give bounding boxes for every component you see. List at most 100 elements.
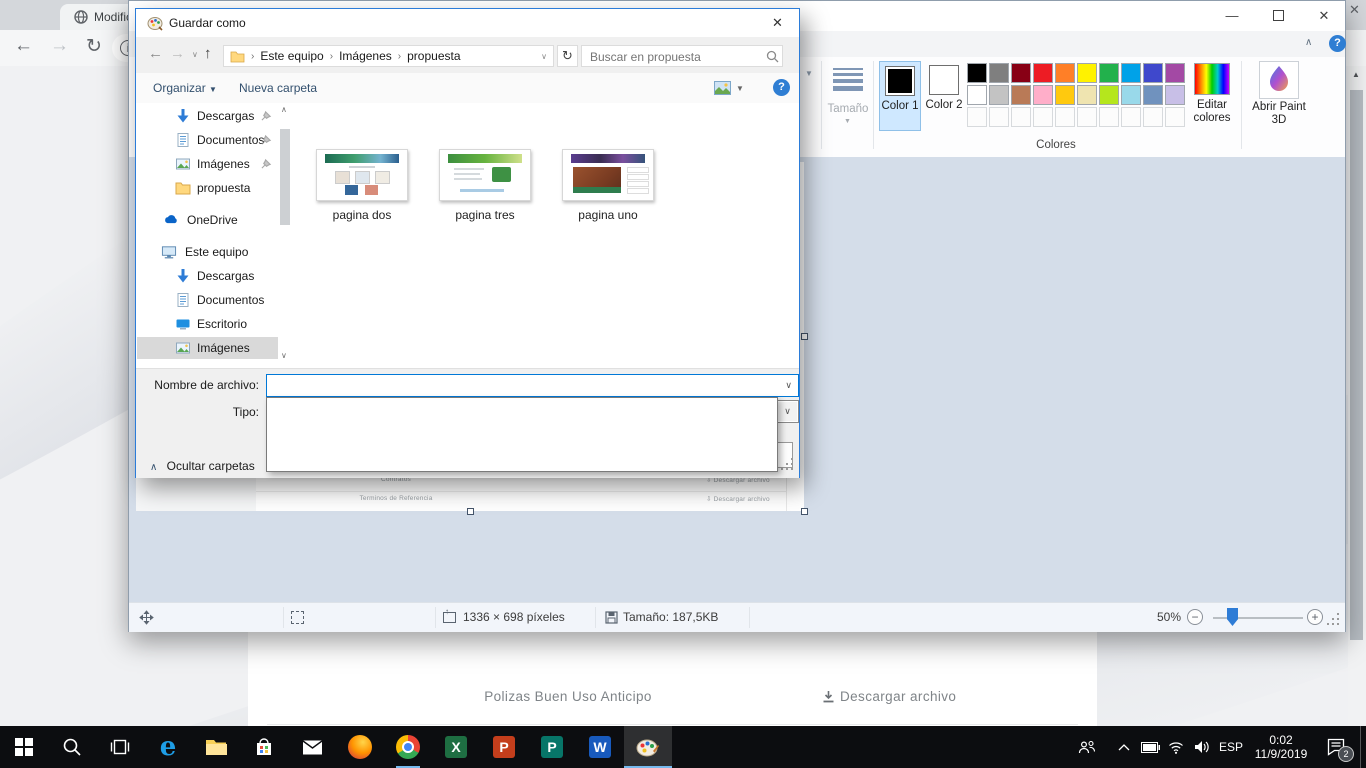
palette-color[interactable] [1121, 63, 1141, 83]
taskbar-mail-button[interactable] [288, 726, 336, 768]
open-paint3d-button[interactable]: Abrir Paint 3D [1249, 59, 1309, 133]
scroll-up-icon[interactable]: ∧ [281, 105, 287, 114]
tray-volume-button[interactable] [1188, 726, 1216, 768]
download-link[interactable]: Descargar archivo [822, 689, 956, 704]
refresh-button[interactable]: ↻ [557, 45, 578, 67]
palette-empty-slot[interactable] [1143, 107, 1163, 127]
palette-color[interactable] [1165, 63, 1185, 83]
back-icon[interactable]: ← [148, 45, 163, 62]
palette-color[interactable] [989, 85, 1009, 105]
tray-expand-button[interactable] [1110, 726, 1138, 768]
scroll-up-icon[interactable]: ▲ [1352, 70, 1360, 79]
up-icon[interactable]: ↑ [204, 45, 212, 62]
nav-item-escritorio[interactable]: Escritorio [137, 313, 278, 335]
taskbar-edge-button[interactable]: e [144, 726, 192, 768]
zoom-out-button[interactable]: − [1187, 609, 1203, 625]
collapse-ribbon-icon[interactable]: ∧ [1305, 37, 1312, 48]
nav-item-documentos[interactable]: Documentos [137, 129, 278, 151]
hide-folders-button[interactable]: ∧ Ocultar carpetas [150, 459, 255, 473]
taskbar-powerpoint-button[interactable]: P [480, 726, 528, 768]
file-item[interactable]: pagina tres [437, 149, 533, 222]
help-icon[interactable]: ? [773, 79, 790, 96]
palette-color[interactable] [1099, 85, 1119, 105]
new-folder-button[interactable]: Nueva carpeta [239, 81, 317, 95]
nav-item-descargas-2[interactable]: Descargas [137, 265, 278, 287]
palette-empty-slot[interactable] [1055, 107, 1075, 127]
canvas-resize-handle-right[interactable] [801, 333, 808, 340]
resize-grip[interactable] [1327, 613, 1341, 627]
taskbar-store-button[interactable] [240, 726, 288, 768]
palette-color[interactable] [1077, 63, 1097, 83]
palette-color[interactable] [1011, 63, 1031, 83]
edit-colors-button[interactable]: Editar colores [1189, 61, 1235, 131]
nav-scrollbar[interactable]: ∧ ∨ [278, 105, 292, 366]
nav-item-imagenes[interactable]: Imágenes [137, 153, 278, 175]
show-desktop-button[interactable] [1360, 726, 1361, 768]
breadcrumb-item[interactable]: Imágenes [339, 49, 392, 63]
filename-dropdown-icon[interactable]: ∨ [785, 375, 792, 396]
maximize-button[interactable] [1255, 1, 1301, 31]
filetype-dropdown-icon[interactable]: ∨ [777, 402, 797, 421]
color2-button[interactable]: Color 2 [923, 61, 965, 131]
tray-people-button[interactable] [1072, 726, 1102, 768]
dialog-close-button[interactable]: ✕ [756, 9, 799, 37]
gallery-dropdown-icon[interactable]: ▼ [805, 69, 813, 78]
search-box[interactable] [581, 45, 783, 67]
nav-item-descargas[interactable]: Descargas [137, 105, 278, 127]
browser-close-icon[interactable]: ✕ [1349, 2, 1360, 18]
recent-locations-icon[interactable]: ∨ [192, 50, 198, 59]
palette-empty-slot[interactable] [1099, 107, 1119, 127]
palette-color[interactable] [1143, 85, 1163, 105]
palette-color[interactable] [1011, 85, 1031, 105]
palette-color[interactable] [1033, 63, 1053, 83]
palette-empty-slot[interactable] [1011, 107, 1031, 127]
view-options-icon[interactable] [714, 81, 731, 95]
taskbar-excel-button[interactable]: X [432, 726, 480, 768]
task-view-button[interactable] [96, 726, 144, 768]
palette-empty-slot[interactable] [967, 107, 987, 127]
palette-color[interactable] [1099, 63, 1119, 83]
browser-forward-icon[interactable]: → [50, 35, 69, 57]
nav-item-documentos-2[interactable]: Documentos [137, 289, 278, 311]
file-item[interactable]: pagina dos [314, 149, 410, 222]
organize-button[interactable]: Organizar ▼ [153, 81, 217, 95]
taskbar-publisher-button[interactable]: P [528, 726, 576, 768]
palette-color[interactable] [989, 63, 1009, 83]
tray-battery-button[interactable] [1136, 726, 1164, 768]
forward-icon[interactable]: → [170, 45, 185, 62]
palette-color[interactable] [1165, 85, 1185, 105]
palette-color[interactable] [967, 63, 987, 83]
help-icon[interactable]: ? [1329, 35, 1346, 52]
taskbar-explorer-button[interactable] [192, 726, 240, 768]
scroll-down-icon[interactable]: ∨ [281, 351, 287, 360]
nav-item-imagenes-2[interactable]: Imágenes [137, 337, 278, 359]
taskbar-paint-button[interactable] [624, 726, 672, 768]
palette-color[interactable] [1143, 63, 1163, 83]
nav-item-este-equipo[interactable]: Este equipo [137, 241, 278, 263]
breadcrumb-item[interactable]: Este equipo [260, 49, 323, 63]
taskbar-word-button[interactable]: W [576, 726, 624, 768]
tray-wifi-button[interactable] [1162, 726, 1190, 768]
palette-color[interactable] [967, 85, 987, 105]
nav-item-onedrive[interactable]: OneDrive [137, 209, 278, 231]
breadcrumb-item[interactable]: propuesta [407, 49, 460, 63]
palette-color[interactable] [1077, 85, 1097, 105]
palette-empty-slot[interactable] [1121, 107, 1141, 127]
palette-color[interactable] [1121, 85, 1141, 105]
filename-input[interactable]: pagina ∨ [266, 374, 799, 397]
browser-refresh-icon[interactable]: ↻ [86, 35, 102, 58]
palette-color[interactable] [1055, 85, 1075, 105]
taskbar-chrome-button[interactable] [384, 726, 432, 768]
tray-language-button[interactable]: ESP [1214, 726, 1248, 768]
palette-empty-slot[interactable] [1077, 107, 1097, 127]
scrollbar-thumb[interactable] [280, 129, 290, 225]
file-item[interactable]: pagina uno [560, 149, 656, 222]
canvas-resize-handle-bottom[interactable] [467, 508, 474, 515]
browser-back-icon[interactable]: ← [14, 35, 33, 57]
dialog-resize-grip[interactable] [781, 458, 795, 472]
address-dropdown-icon[interactable]: ∨ [541, 52, 547, 61]
size-button[interactable]: Tamaño ▼ [825, 61, 871, 131]
view-dropdown-icon[interactable]: ▼ [736, 84, 744, 93]
palette-empty-slot[interactable] [1165, 107, 1185, 127]
taskbar-firefox-button[interactable] [336, 726, 384, 768]
